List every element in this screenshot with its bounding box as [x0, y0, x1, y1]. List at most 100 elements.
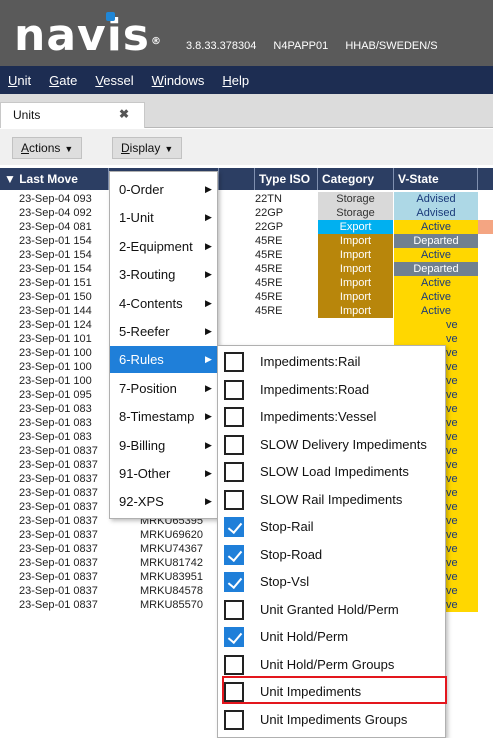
table-row[interactable]: 23-Sep-01 124 ve: [0, 318, 493, 332]
cell-category: Storage: [318, 192, 393, 206]
rules-menu-item[interactable]: Unit Impediments Groups: [218, 706, 445, 734]
tab-units[interactable]: Units ✖: [0, 102, 145, 128]
checked-checkbox-icon[interactable]: [224, 572, 244, 592]
rules-menu-item[interactable]: SLOW Load Impediments: [218, 458, 445, 486]
col-category[interactable]: Category: [318, 168, 394, 190]
rules-menu-item[interactable]: SLOW Delivery Impediments: [218, 431, 445, 459]
table-row[interactable]: 23-Sep-04 0921722GPStorageAdvised: [0, 206, 493, 220]
cell-extra: [478, 598, 493, 612]
table-row[interactable]: 23-Sep-04 0933222TNStorageAdvised: [0, 192, 493, 206]
cell-extra: [478, 304, 493, 318]
display-menu-item[interactable]: 1-Unit ▶: [110, 204, 217, 231]
cell-category: [318, 332, 393, 346]
cell-type-iso: 45RE: [255, 291, 283, 303]
cell-v-state: Active: [394, 248, 478, 262]
checked-checkbox-icon[interactable]: [224, 627, 244, 647]
cell-v-state: ve: [394, 332, 478, 346]
chevron-right-icon: ▶: [205, 240, 212, 251]
display-button[interactable]: Display ▼: [112, 137, 183, 159]
cell-type-iso: 22GP: [255, 221, 284, 233]
display-menu-item[interactable]: 7-Position ▶: [110, 375, 217, 402]
navis-logo: navis®: [14, 12, 162, 58]
grid-header: ▼ Last Move Type ISO Category V-State: [0, 168, 493, 190]
menu-windows[interactable]: Windows: [152, 73, 205, 88]
cell-last-move: 23-Sep-01 0837: [19, 557, 98, 569]
col-type-iso[interactable]: Type ISO: [255, 168, 318, 190]
display-menu-item[interactable]: 2-Equipment ▶: [110, 233, 217, 260]
cell-extra: [478, 458, 493, 472]
display-menu-item[interactable]: 5-Reefer ▶: [110, 318, 217, 345]
rules-menu-item[interactable]: Stop-Road: [218, 541, 445, 569]
display-menu-item[interactable]: 92-XPS ▶: [110, 488, 217, 515]
menu-item-label: 3-Routing: [119, 267, 176, 283]
table-row[interactable]: 23-Sep-01 1508045REImportActive: [0, 290, 493, 304]
display-menu-item[interactable]: 0-Order ▶: [110, 176, 217, 203]
menu-item-label: 0-Order: [119, 182, 164, 197]
close-icon[interactable]: ✖: [119, 107, 129, 121]
display-menu-item[interactable]: 8-Timestamp ▶: [110, 403, 217, 430]
menu-item-label: Impediments:Rail: [260, 354, 361, 369]
cell-v-state: Advised: [394, 206, 478, 220]
table-row[interactable]: 23-Sep-01 1540045REImportDeparted: [0, 262, 493, 276]
display-menu-item[interactable]: 3-Routing ▶: [110, 261, 217, 288]
unchecked-checkbox-icon[interactable]: [224, 489, 244, 510]
rules-menu-item[interactable]: Unit Hold/Perm Groups: [218, 651, 445, 679]
col-unit[interactable]: [218, 168, 255, 190]
rules-menu-item[interactable]: Impediments:Vessel: [218, 403, 445, 431]
unchecked-checkbox-icon[interactable]: [224, 462, 244, 482]
unchecked-checkbox-icon[interactable]: [224, 352, 244, 372]
table-row[interactable]: 23-Sep-01 1442145REImportActive: [0, 304, 493, 318]
chevron-right-icon: ▶: [205, 439, 212, 450]
cell-extra: [478, 528, 493, 542]
table-row[interactable]: 23-Sep-04 0816022GPExportActive: [0, 220, 493, 234]
rules-menu-item[interactable]: Unit Hold/Perm: [218, 623, 445, 651]
chevron-down-icon: ▼: [164, 144, 174, 154]
rules-menu-item[interactable]: Stop-Vsl: [218, 568, 445, 596]
menu-help[interactable]: Help: [222, 73, 249, 88]
cell-type-iso: [255, 318, 315, 332]
checked-checkbox-icon[interactable]: [224, 517, 244, 537]
unchecked-checkbox-icon[interactable]: [224, 434, 244, 455]
rules-menu-item[interactable]: Unit Granted Hold/Perm: [218, 596, 445, 624]
table-row[interactable]: 23-Sep-01 1542545REImportDeparted: [0, 234, 493, 248]
unchecked-checkbox-icon[interactable]: [224, 379, 244, 400]
table-row[interactable]: 23-Sep-01 1549745REImportActive: [0, 248, 493, 262]
col-v-state[interactable]: V-State: [394, 168, 478, 190]
menu-vessel[interactable]: Vessel: [95, 73, 133, 88]
unchecked-checkbox-icon[interactable]: [224, 654, 244, 675]
system-label: N4PAPP01: [273, 40, 329, 52]
unchecked-checkbox-icon[interactable]: [224, 599, 244, 620]
menu-item-label: Impediments:Road: [260, 381, 370, 397]
col-last-move[interactable]: ▼ Last Move: [0, 168, 109, 190]
rules-menu-item[interactable]: Stop-Rail: [218, 513, 445, 541]
menu-gate[interactable]: Gate: [49, 73, 77, 88]
cell-category: Export: [318, 220, 393, 234]
cell-extra: [478, 584, 493, 598]
display-menu-item[interactable]: 6-Rules ▶: [110, 346, 217, 374]
rules-menu-item[interactable]: Impediments:Rail: [218, 348, 445, 376]
menu-item-label: 8-Timestamp: [119, 409, 195, 425]
display-menu-item[interactable]: 91-Other ▶: [110, 460, 217, 487]
cell-extra: [478, 444, 493, 458]
scope-label: HHAB/SWEDEN/S: [345, 40, 438, 52]
rules-menu-item[interactable]: Impediments:Road: [218, 376, 445, 404]
cell-category: Import: [318, 276, 393, 290]
cell-extra: [478, 402, 493, 416]
rules-menu-item[interactable]: SLOW Rail Impediments: [218, 486, 445, 514]
checked-checkbox-icon[interactable]: [224, 544, 244, 565]
display-menu-item[interactable]: 9-Billing ▶: [110, 432, 217, 459]
menu-item-label: Unit Granted Hold/Perm: [260, 601, 399, 617]
menu-unit[interactable]: Unit: [8, 73, 31, 88]
cell-type-iso: 45RE: [255, 263, 283, 275]
cell-extra: [478, 318, 493, 332]
unchecked-checkbox-icon[interactable]: [224, 709, 244, 730]
logo-text: navis: [14, 10, 150, 61]
table-row[interactable]: 23-Sep-01 101 ve: [0, 332, 493, 346]
actions-button[interactable]: Actions ▼: [12, 137, 83, 159]
unchecked-checkbox-icon[interactable]: [224, 407, 244, 427]
table-row[interactable]: 23-Sep-01 1513645REImportActive: [0, 276, 493, 290]
cell-type-iso: 45RE: [255, 235, 283, 247]
display-menu-item[interactable]: 4-Contents ▶: [110, 290, 217, 317]
cell-category: Import: [318, 234, 393, 248]
cell-extra: [478, 360, 493, 374]
